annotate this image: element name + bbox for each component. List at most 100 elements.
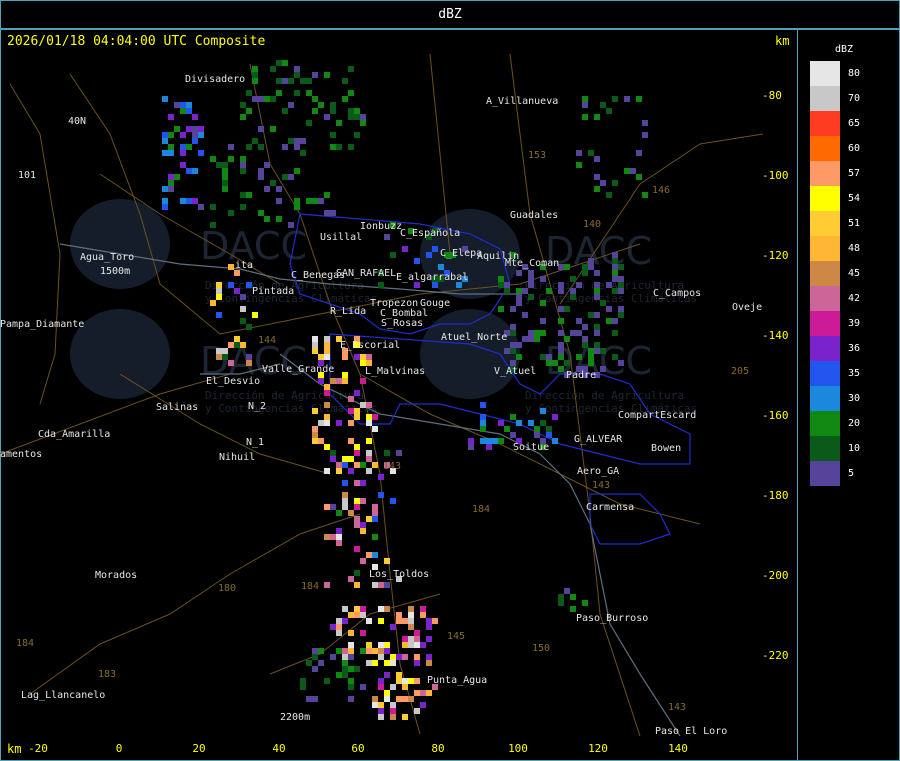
- timestamp-label: 2026/01/18 04:04:00 UTC Composite: [7, 34, 266, 49]
- echo-cell: [384, 558, 390, 564]
- echo-cell: [600, 300, 606, 306]
- echo-cell: [300, 678, 306, 684]
- echo-cell: [216, 288, 222, 294]
- echo-cell: [480, 414, 486, 420]
- echo-cell: [282, 60, 288, 66]
- echo-cell: [294, 198, 300, 204]
- echo-cell: [198, 132, 204, 138]
- echo-cell: [360, 612, 366, 618]
- route-number: 150: [532, 643, 550, 654]
- echo-cell: [180, 162, 186, 168]
- echo-cell: [186, 126, 192, 132]
- echo-cell: [348, 666, 354, 672]
- echo-cell: [390, 708, 396, 714]
- echo-cell: [594, 114, 600, 120]
- echo-cell: [390, 714, 396, 720]
- route-number: 184: [301, 581, 319, 592]
- legend-swatch: [810, 236, 840, 261]
- echo-cell: [276, 78, 282, 84]
- echo-cell: [528, 276, 534, 282]
- echo-cell: [186, 144, 192, 150]
- legend-label: 48: [848, 243, 861, 254]
- echo-cell: [384, 690, 390, 696]
- echo-cell: [390, 654, 396, 660]
- echo-cell: [354, 570, 360, 576]
- echo-cell: [642, 132, 648, 138]
- echo-cell: [408, 696, 414, 702]
- echo-cell: [246, 90, 252, 96]
- echo-cell: [324, 534, 330, 540]
- echo-cell: [528, 270, 534, 276]
- radar-map[interactable]: DACC DACC DACC DACC Dirección de Agricul…: [0, 54, 763, 736]
- city-label: Carmensa: [586, 502, 634, 513]
- echo-cell: [564, 306, 570, 312]
- echo-cell: [414, 708, 420, 714]
- legend-swatch: [810, 361, 840, 386]
- echo-cell: [384, 450, 390, 456]
- echo-cell: [540, 276, 546, 282]
- echo-cell: [216, 354, 222, 360]
- city-label: A_Villanueva: [486, 96, 558, 107]
- echo-cell: [324, 192, 330, 198]
- echo-cell: [498, 276, 504, 282]
- legend-title: dBZ: [835, 44, 854, 55]
- legend-swatch: [810, 136, 840, 161]
- echo-cell: [300, 684, 306, 690]
- echo-cell: [342, 480, 348, 486]
- echo-cell: [378, 282, 384, 288]
- echo-cell: [612, 264, 618, 270]
- echo-cell: [372, 504, 378, 510]
- echo-cell: [348, 654, 354, 660]
- echo-cell: [258, 174, 264, 180]
- city-label: C_Elepa: [440, 248, 482, 259]
- echo-cell: [240, 204, 246, 210]
- echo-cell: [546, 432, 552, 438]
- echo-cell: [246, 144, 252, 150]
- echo-cell: [588, 348, 594, 354]
- echo-cell: [336, 462, 342, 468]
- echo-cell: [516, 294, 522, 300]
- echo-cell: [300, 138, 306, 144]
- echo-cell: [210, 156, 216, 162]
- echo-cell: [600, 180, 606, 186]
- echo-cell: [360, 480, 366, 486]
- echo-cell: [240, 342, 246, 348]
- echo-cell: [312, 72, 318, 78]
- echo-cell: [588, 312, 594, 318]
- echo-cell: [312, 198, 318, 204]
- echo-cell: [582, 324, 588, 330]
- echo-cell: [276, 60, 282, 66]
- echo-cell: [420, 690, 426, 696]
- echo-cell: [528, 420, 534, 426]
- echo-cell: [468, 438, 474, 444]
- legend-swatch: [810, 336, 840, 361]
- echo-cell: [264, 96, 270, 102]
- echo-cell: [246, 360, 252, 366]
- city-label: ita: [235, 260, 253, 271]
- echo-cell: [294, 138, 300, 144]
- route-number: 184: [16, 638, 34, 649]
- route-number: 184: [472, 504, 490, 515]
- echo-cell: [588, 354, 594, 360]
- echo-cell: [288, 102, 294, 108]
- city-label: Soitue: [513, 442, 549, 453]
- echo-cell: [228, 156, 234, 162]
- echo-cell: [348, 438, 354, 444]
- echo-cell: [336, 618, 342, 624]
- echo-cell: [336, 144, 342, 150]
- echo-cell: [582, 102, 588, 108]
- echo-cell: [504, 348, 510, 354]
- echo-cell: [312, 336, 318, 342]
- echo-cell: [570, 594, 576, 600]
- echo-cell: [360, 630, 366, 636]
- echo-cell: [354, 132, 360, 138]
- echo-cell: [396, 612, 402, 618]
- echo-cell: [534, 336, 540, 342]
- city-label: Cda_Amarilla: [38, 429, 110, 440]
- echo-cell: [558, 366, 564, 372]
- legend-label: 51: [848, 218, 861, 229]
- echo-cell: [612, 288, 618, 294]
- echo-cell: [246, 192, 252, 198]
- echo-cell: [354, 546, 360, 552]
- x-tick-label: -20: [28, 742, 48, 755]
